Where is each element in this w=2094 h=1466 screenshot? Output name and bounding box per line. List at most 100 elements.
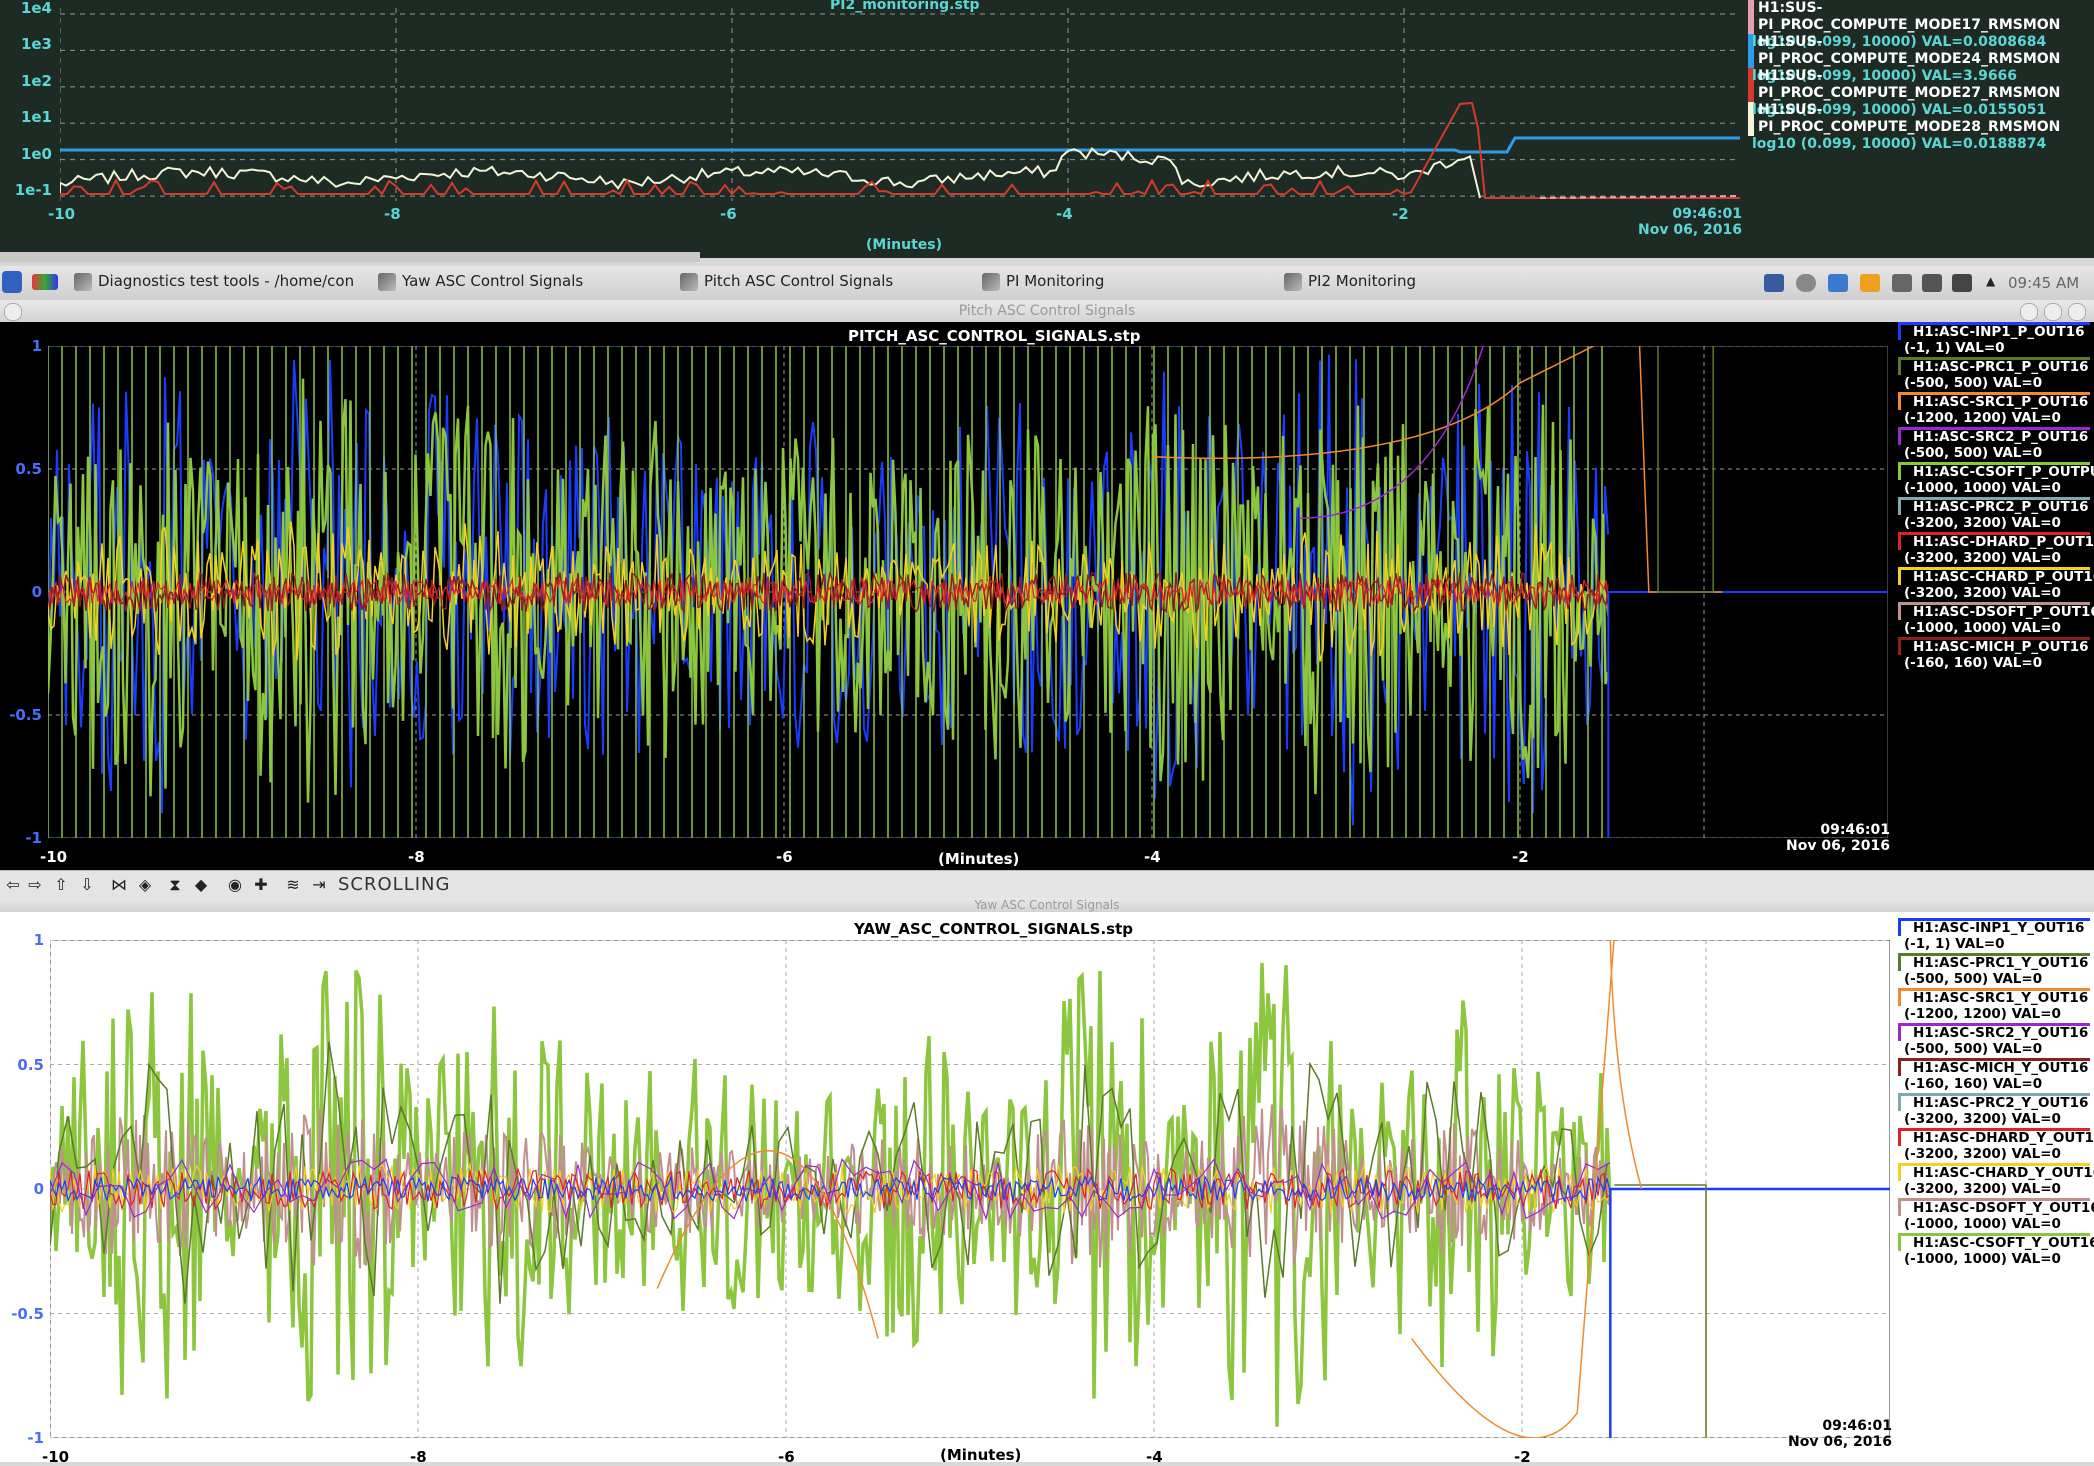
pi2-x-label: (Minutes)	[866, 237, 942, 253]
taskbar-item-pi2[interactable]: PI2 Monitoring	[1284, 272, 1416, 294]
yaw-legend-range: (-1000, 1000) VAL=0	[1904, 1251, 2061, 1267]
arrow-down-icon[interactable]: ⇩	[78, 876, 96, 894]
taskbar-item-pi[interactable]: PI Monitoring	[982, 272, 1104, 294]
pi2-xtick: -4	[1056, 205, 1073, 223]
tray-arrow-icon[interactable]: ▲	[1986, 274, 1995, 296]
expand-horizontal-icon[interactable]: ⋈	[110, 876, 128, 894]
pi2-plot-area[interactable]	[60, 8, 1740, 201]
pitch-xtick: -6	[776, 848, 793, 866]
yaw-plot-window: YAW_ASC_CONTROL_SIGNALS.stp 1 0.5 0 -0.5 -1 …	[0, 912, 2094, 1466]
pi2-xtick: -2	[1392, 205, 1409, 223]
minimize-icon[interactable]	[2020, 303, 2038, 321]
yaw-legend-entry: H1:ASC-INP1_Y_OUT16 (-1, 1) VAL=0	[1898, 918, 2090, 953]
arrow-right-icon[interactable]: ⇨	[26, 876, 44, 894]
compress-horizontal-icon[interactable]: ◈	[136, 876, 154, 894]
window-menu-icon[interactable]	[4, 303, 22, 321]
pitch-legend-entry: H1:ASC-DHARD_P_OUT16 (-3200, 3200) VAL=0	[1898, 532, 2094, 567]
network-icon[interactable]	[1764, 274, 1784, 292]
pitch-legend-name: H1:ASC-INP1_P_OUT16	[1898, 322, 2090, 340]
go-live-icon[interactable]: ⇥	[310, 876, 328, 894]
arrow-up-icon[interactable]: ⇧	[52, 876, 70, 894]
notes-icon[interactable]	[1860, 274, 1880, 292]
launcher-icon[interactable]	[32, 274, 58, 290]
yaw-ytick: -1	[27, 1429, 44, 1447]
pi2-trace-mode24	[60, 136, 1740, 154]
pitch-legend-name: H1:ASC-DHARD_P_OUT16	[1898, 532, 2094, 550]
taskbar: Diagnostics test tools - /home/controls/…	[0, 266, 2094, 301]
pi2-date: Nov 06, 2016	[1638, 222, 1742, 238]
tools-icon[interactable]	[1892, 274, 1912, 292]
yaw-legend-name: H1:ASC-DSOFT_Y_OUT16	[1898, 1198, 2094, 1216]
pitch-legend-range: (-160, 160) VAL=0	[1904, 655, 2043, 671]
pitch-legend-range: (-500, 500) VAL=0	[1904, 375, 2043, 391]
pitch-legend-name: H1:ASC-PRC2_P_OUT16	[1898, 497, 2090, 515]
display-icon[interactable]	[1952, 274, 1972, 292]
yaw-date: Nov 06, 2016	[1788, 1434, 1892, 1450]
yaw-legend-name: H1:ASC-DHARD_Y_OUT16	[1898, 1128, 2094, 1146]
pitch-legend-range: (-1000, 1000) VAL=0	[1904, 480, 2061, 496]
clipboard-icon[interactable]	[1828, 274, 1848, 292]
taskbar-item-yaw[interactable]: Yaw ASC Control Signals	[378, 272, 583, 294]
pitch-legend-range: (-3200, 3200) VAL=0	[1904, 515, 2061, 531]
terminal-icon	[74, 272, 92, 291]
yaw-legend-entry: H1:ASC-SRC2_Y_OUT16 (-500, 500) VAL=0	[1898, 1023, 2090, 1058]
yaw-legend-entry: H1:ASC-MICH_Y_OUT16 (-160, 160) VAL=0	[1898, 1058, 2090, 1093]
yaw-ytick: 0.5	[17, 1055, 44, 1074]
pitch-legend-name: H1:ASC-SRC1_P_OUT16	[1898, 392, 2090, 410]
reset-icon[interactable]: ◉	[226, 876, 244, 894]
plot-toolbar: ⇦ ⇨ ⇧ ⇩ ⋈ ◈ ⧗ ◆ ◉ ✚ ≋ ⇥ SCROLLING	[0, 870, 2094, 899]
yaw-legend-entry: H1:ASC-CSOFT_Y_OUT16 (-1000, 1000) VAL=0	[1898, 1233, 2094, 1268]
yaw-plot-title: YAW_ASC_CONTROL_SIGNALS.stp	[854, 920, 1133, 938]
start-menu-icon[interactable]	[2, 271, 22, 293]
pitch-window-titlebar[interactable]: Pitch ASC Control Signals	[0, 300, 2094, 322]
yaw-xtick: -6	[778, 1448, 795, 1466]
expand-vertical-icon[interactable]: ⧗	[166, 876, 184, 894]
pi2-ytick: 1e-1	[14, 181, 52, 200]
yaw-legend-entry: H1:ASC-PRC1_Y_OUT16 (-500, 500) VAL=0	[1898, 953, 2090, 988]
pitch-legend: H1:ASC-INP1_P_OUT16 (-1, 1) VAL=0 H1:ASC-P…	[1898, 322, 2094, 672]
pi2-monitoring-window: PI2_monitoring.stp 1e4 1e3 1e2 1e1 1e0 1e-1 -…	[0, 0, 2094, 262]
pitch-legend-name: H1:ASC-CHARD_P_OUT16	[1898, 567, 2094, 585]
yaw-xtick: -10	[42, 1448, 70, 1466]
pi2-legend: H1:SUS-PI_PROC_COMPUTE_MODE17_RMSMON log1…	[1748, 0, 2088, 152]
scrolling-mode-label: SCROLLING	[338, 874, 451, 895]
add-icon[interactable]: ✚	[252, 876, 270, 894]
pitch-legend-entry: H1:ASC-DSOFT_P_OUT16 (-1000, 1000) VAL=0	[1898, 602, 2094, 637]
pi2-ytick: 1e2	[20, 71, 52, 90]
maximize-icon[interactable]	[2044, 303, 2062, 321]
yaw-legend-name: H1:ASC-INP1_Y_OUT16	[1898, 918, 2090, 936]
pi2-toolbar-remnant	[0, 252, 700, 262]
pitch-xtick: -10	[40, 848, 68, 866]
close-icon[interactable]	[2068, 303, 2086, 321]
yaw-legend: H1:ASC-INP1_Y_OUT16 (-1, 1) VAL=0 H1:ASC-P…	[1898, 918, 2094, 1268]
pitch-legend-entry: H1:ASC-SRC2_P_OUT16 (-500, 500) VAL=0	[1898, 427, 2090, 462]
pi2-legend-name: H1:SUS-PI_PROC_COMPUTE_MODE17_RMSMON	[1748, 0, 2088, 34]
yaw-legend-entry: H1:ASC-DHARD_Y_OUT16 (-3200, 3200) VAL=0	[1898, 1128, 2094, 1163]
yaw-plot-area[interactable]	[50, 940, 1890, 1438]
arrow-left-icon[interactable]: ⇦	[4, 876, 22, 894]
pitch-x-label: (Minutes)	[938, 850, 1020, 868]
clock: 09:45 AM	[2008, 274, 2080, 292]
yaw-legend-range: (-3200, 3200) VAL=0	[1904, 1181, 2061, 1197]
window-icon	[982, 272, 1000, 291]
pitch-plot-area[interactable]	[48, 346, 1888, 838]
yaw-legend-range: (-160, 160) VAL=0	[1904, 1076, 2043, 1092]
pitch-legend-entry: H1:ASC-PRC1_P_OUT16 (-500, 500) VAL=0	[1898, 357, 2090, 392]
compress-vertical-icon[interactable]: ◆	[192, 876, 210, 894]
yaw-legend-name: H1:ASC-PRC2_Y_OUT16	[1898, 1093, 2090, 1111]
yaw-legend-range: (-3200, 3200) VAL=0	[1904, 1111, 2061, 1127]
autoscale-icon[interactable]: ≋	[284, 876, 302, 894]
yaw-xtick: -4	[1146, 1448, 1163, 1466]
update-icon[interactable]	[1796, 274, 1816, 292]
yaw-legend-range: (-1200, 1200) VAL=0	[1904, 1006, 2061, 1022]
volume-icon[interactable]	[1922, 274, 1942, 292]
yaw-legend-name: H1:ASC-MICH_Y_OUT16	[1898, 1058, 2090, 1076]
taskbar-item-pitch[interactable]: Pitch ASC Control Signals	[680, 272, 893, 294]
taskbar-item-diagnostics[interactable]: Diagnostics test tools - /home/controls/…	[74, 272, 354, 294]
pitch-plot-title: PITCH_ASC_CONTROL_SIGNALS.stp	[848, 327, 1141, 345]
pitch-legend-entry: H1:ASC-INP1_P_OUT16 (-1, 1) VAL=0	[1898, 322, 2090, 357]
pi2-ytick: 1e3	[20, 35, 52, 54]
pitch-legend-name: H1:ASC-MICH_P_OUT16	[1898, 637, 2090, 655]
yaw-window-titlebar[interactable]: Yaw ASC Control Signals	[0, 898, 2094, 912]
pitch-xtick: -4	[1144, 848, 1161, 866]
